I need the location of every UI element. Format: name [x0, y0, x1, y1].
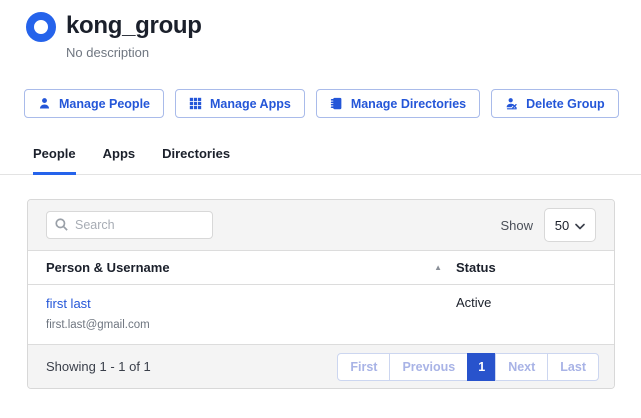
search-icon — [54, 217, 69, 237]
table-row: first last first.last@gmail.com Active — [28, 285, 614, 345]
delete-group-button[interactable]: Delete Group — [491, 89, 619, 118]
search-input[interactable] — [46, 211, 213, 239]
sort-asc-icon[interactable]: ▲ — [434, 263, 442, 272]
action-button-row: Manage People Manage Apps Manage — [0, 89, 641, 118]
pagination: First Previous 1 Next Last — [337, 353, 599, 381]
tab-bar: People Apps Directories — [0, 146, 641, 175]
page-title: kong_group — [66, 10, 202, 42]
group-ring-icon — [26, 12, 56, 42]
pagination-page-1-button[interactable]: 1 — [467, 353, 496, 381]
page-header: kong_group No description — [0, 0, 641, 60]
group-description: No description — [66, 45, 202, 60]
page-size-value: 50 — [555, 218, 569, 233]
delete-group-icon — [505, 97, 518, 110]
directory-book-icon — [330, 97, 343, 110]
pagination-last-button[interactable]: Last — [547, 353, 599, 381]
apps-grid-icon — [189, 97, 202, 110]
manage-people-button[interactable]: Manage People — [24, 89, 164, 118]
panel-toolbar: Show 50 — [28, 200, 614, 251]
manage-directories-button[interactable]: Manage Directories — [316, 89, 480, 118]
manage-directories-label: Manage Directories — [351, 97, 466, 111]
page-size-select[interactable]: 50 — [544, 208, 596, 242]
pagination-next-button[interactable]: Next — [495, 353, 548, 381]
person-username: first.last@gmail.com — [46, 319, 456, 331]
tab-directories[interactable]: Directories — [162, 146, 230, 175]
manage-apps-button[interactable]: Manage Apps — [175, 89, 305, 118]
manage-apps-label: Manage Apps — [210, 97, 291, 111]
column-person-username[interactable]: Person & Username — [46, 260, 170, 275]
delete-group-label: Delete Group — [526, 97, 605, 111]
pagination-previous-button[interactable]: Previous — [389, 353, 468, 381]
show-label: Show — [500, 218, 533, 233]
status-value: Active — [456, 295, 491, 310]
showing-summary: Showing 1 - 1 of 1 — [46, 359, 151, 374]
pagination-first-button[interactable]: First — [337, 353, 390, 381]
chevron-down-icon — [575, 218, 585, 233]
people-panel: Show 50 Person & Username ▲ Status first… — [27, 199, 615, 389]
search-wrap — [46, 211, 213, 239]
person-name-link[interactable]: first last — [46, 296, 91, 311]
column-status[interactable]: Status — [456, 260, 496, 275]
manage-people-label: Manage People — [59, 97, 150, 111]
tab-apps[interactable]: Apps — [103, 146, 136, 175]
person-icon — [38, 97, 51, 110]
panel-footer: Showing 1 - 1 of 1 First Previous 1 Next… — [28, 345, 614, 388]
table-header: Person & Username ▲ Status — [28, 251, 614, 285]
tab-people[interactable]: People — [33, 146, 76, 175]
